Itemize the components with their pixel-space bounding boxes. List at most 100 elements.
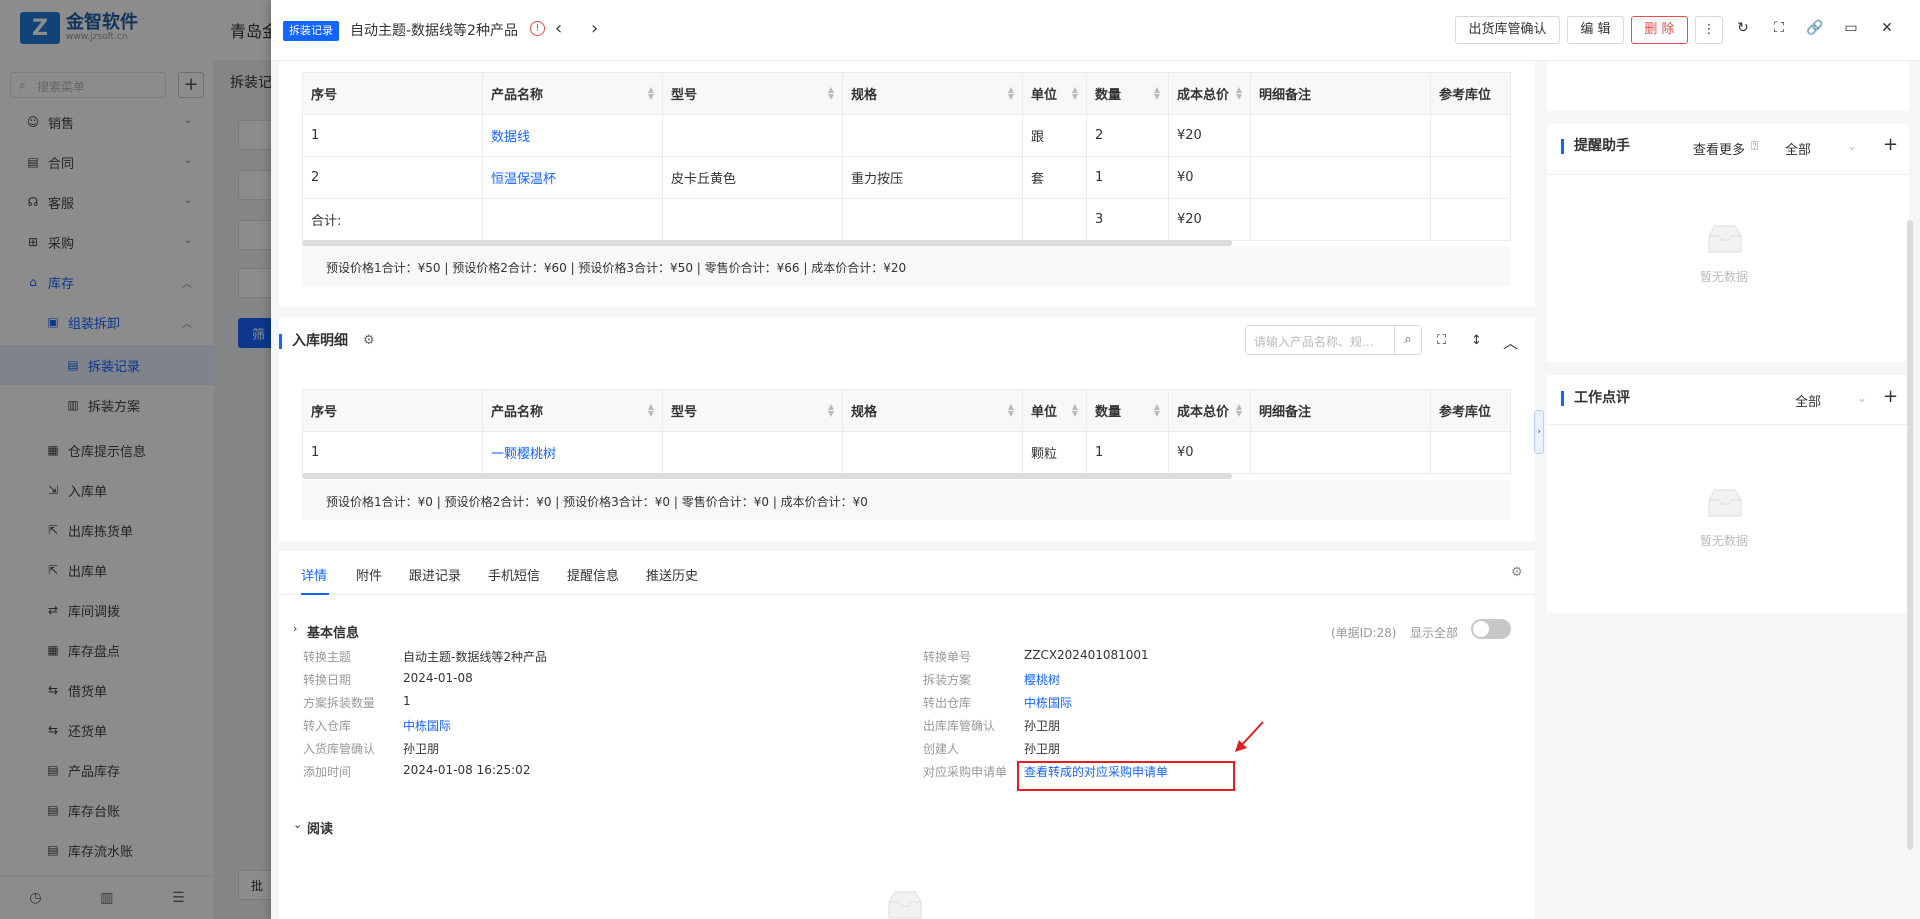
tab-sms[interactable]: 手机短信	[488, 565, 540, 584]
settings-icon[interactable]: ⚙	[1511, 565, 1523, 580]
inbound-search-input[interactable]: 请输入产品名称、规...	[1245, 325, 1395, 355]
table-cell[interactable]: 数据线	[482, 114, 663, 157]
info-value: 孙卫朋	[1024, 742, 1061, 756]
sort-icon[interactable]: ▲ ▼	[1008, 403, 1014, 418]
column-header[interactable]: 单位 ▲ ▼	[1022, 72, 1087, 115]
sort-icon[interactable]: ▲ ▼	[1072, 403, 1078, 418]
column-header-label: 明细备注	[1259, 405, 1312, 420]
column-header-label: 型号	[671, 405, 698, 420]
sort-icon[interactable]: ↕	[1471, 333, 1482, 348]
column-header-label: 规格	[851, 88, 878, 103]
column-header[interactable]: 序号	[302, 72, 483, 115]
chevron-down-icon[interactable]: ⌄	[293, 818, 302, 831]
sort-icon[interactable]: ▲ ▼	[1236, 403, 1242, 418]
more-menu-icon[interactable]: ⋮	[1695, 16, 1723, 44]
chevron-down-icon[interactable]: ⌄	[1857, 391, 1867, 405]
column-header-label: 数量	[1095, 405, 1122, 420]
sort-icon[interactable]: ▲ ▼	[648, 86, 654, 101]
column-header[interactable]: 型号 ▲ ▼	[662, 389, 843, 432]
tab-followup[interactable]: 跟进记录	[409, 565, 461, 584]
info-value[interactable]: 中栋国际	[1024, 694, 1072, 711]
column-header[interactable]: 产品名称 ▲ ▼	[482, 389, 663, 432]
link-icon[interactable]: 🔗	[1805, 20, 1825, 40]
column-header[interactable]: 参考库位	[1430, 389, 1511, 432]
expand-icon[interactable]: ⛶	[1437, 333, 1446, 348]
vertical-scrollbar[interactable]	[1907, 220, 1913, 850]
info-value[interactable]: 樱桃树	[1024, 671, 1060, 688]
column-header[interactable]: 明细备注	[1250, 389, 1431, 432]
laptop-icon[interactable]: ▭	[1841, 20, 1861, 40]
panel-collapse-handle[interactable]: ›	[1534, 410, 1544, 454]
sort-icon[interactable]: ▲ ▼	[828, 86, 834, 101]
reminder-empty-text: 暂无数据	[1700, 270, 1749, 284]
column-header[interactable]: 序号	[302, 389, 483, 432]
info-value: 孙卫朋	[403, 742, 440, 756]
tab-details[interactable]: 详情	[301, 565, 327, 584]
column-header[interactable]: 数量 ▲ ▼	[1086, 72, 1169, 115]
table-cell: 颗粒	[1022, 431, 1087, 474]
inbound-table: 序号 产品名称 ▲ ▼ 型号 ▲ ▼ 规格 ▲ ▼ 单位 ▲ ▼ 数量 ▲ ▼ 成本总价 ▲ ▼ 明细备注 参考库位 1…	[302, 389, 1511, 474]
column-header[interactable]: 型号 ▲ ▼	[662, 72, 843, 115]
right-panel-top	[1547, 61, 1909, 111]
annotation-arrow-icon	[1235, 721, 1264, 752]
column-header[interactable]: 单位 ▲ ▼	[1022, 389, 1087, 432]
table-cell[interactable]: 恒温保温杯	[482, 156, 663, 199]
info-value[interactable]: 中栋国际	[403, 717, 451, 734]
sort-icon[interactable]: ▲ ▼	[648, 403, 654, 418]
delete-button[interactable]: 删 除	[1631, 16, 1688, 44]
view-more-link[interactable]: 查看更多	[1693, 139, 1745, 158]
chevron-down-icon[interactable]: ⌄	[1847, 139, 1857, 153]
horizontal-scrollbar[interactable]	[302, 473, 1232, 479]
drawer-header: 拆装记录 自动主题-数据线等2种产品 ! ‹ › 出货库管确认 编 辑 删 除 …	[271, 0, 1920, 61]
table-cell	[662, 431, 843, 474]
show-all-toggle[interactable]	[1471, 619, 1511, 639]
sort-icon[interactable]: ▲ ▼	[1072, 86, 1078, 101]
column-header[interactable]: 明细备注	[1250, 72, 1431, 115]
tab-attachments[interactable]: 附件	[356, 565, 382, 584]
collapse-up-icon[interactable]: ︿	[1503, 332, 1518, 353]
chevron-right-icon[interactable]: ›	[293, 622, 297, 635]
outbound-table: 序号 产品名称 ▲ ▼ 型号 ▲ ▼ 规格 ▲ ▼ 单位 ▲ ▼ 数量 ▲ ▼ 成本总价 ▲ ▼ 明细备注 参考库位 1…	[302, 72, 1511, 241]
sort-icon[interactable]: ▲ ▼	[1008, 86, 1014, 101]
table-cell	[1430, 431, 1511, 474]
table-cell[interactable]: 一颗樱桃树	[482, 431, 663, 474]
warning-icon[interactable]: !	[530, 21, 545, 36]
settings-icon[interactable]: ⚙	[363, 333, 375, 348]
sort-icon[interactable]: ▲ ▼	[1236, 86, 1242, 101]
basic-info-title[interactable]: 基本信息	[307, 622, 359, 641]
refresh-icon[interactable]: ↻	[1733, 20, 1753, 40]
column-header-label: 参考库位	[1439, 405, 1492, 420]
add-comment-icon[interactable]: +	[1883, 386, 1898, 407]
active-tab-indicator	[301, 593, 329, 595]
close-icon[interactable]: ✕	[1877, 20, 1897, 40]
add-reminder-icon[interactable]: +	[1883, 134, 1898, 155]
tab-reminders[interactable]: 提醒信息	[567, 565, 619, 584]
reminder-title: 提醒助手	[1561, 139, 1630, 154]
table-cell: 合计:	[302, 198, 483, 241]
column-header[interactable]: 成本总价 ▲ ▼	[1168, 72, 1251, 115]
divider	[1547, 424, 1909, 425]
comments-filter-select[interactable]: 全部	[1795, 391, 1821, 410]
outbound-confirm-button[interactable]: 出货库管确认	[1455, 16, 1560, 44]
prev-record-icon[interactable]: ‹	[555, 18, 562, 39]
column-header[interactable]: 数量 ▲ ▼	[1086, 389, 1169, 432]
read-section-title[interactable]: 阅读	[307, 818, 333, 837]
column-header[interactable]: 规格 ▲ ▼	[842, 72, 1023, 115]
reminder-filter-select[interactable]: 全部	[1785, 139, 1811, 158]
table-cell	[482, 198, 663, 241]
sort-icon[interactable]: ▲ ▼	[828, 403, 834, 418]
info-label: 转换日期	[303, 673, 352, 687]
column-header[interactable]: 参考库位	[1430, 72, 1511, 115]
edit-button[interactable]: 编 辑	[1567, 16, 1624, 44]
tab-push-history[interactable]: 推送历史	[646, 565, 698, 584]
comments-empty-text: 暂无数据	[1700, 534, 1749, 548]
fullscreen-icon[interactable]: ⛶	[1769, 20, 1789, 40]
search-icon[interactable]: ⌕	[1394, 325, 1422, 355]
column-header[interactable]: 成本总价 ▲ ▼	[1168, 389, 1251, 432]
sort-icon[interactable]: ▲ ▼	[1154, 403, 1160, 418]
column-header[interactable]: 规格 ▲ ▼	[842, 389, 1023, 432]
column-header[interactable]: 产品名称 ▲ ▼	[482, 72, 663, 115]
sort-icon[interactable]: ▲ ▼	[1154, 86, 1160, 101]
next-record-icon[interactable]: ›	[591, 18, 598, 39]
info-label: 拆装方案	[923, 673, 972, 687]
